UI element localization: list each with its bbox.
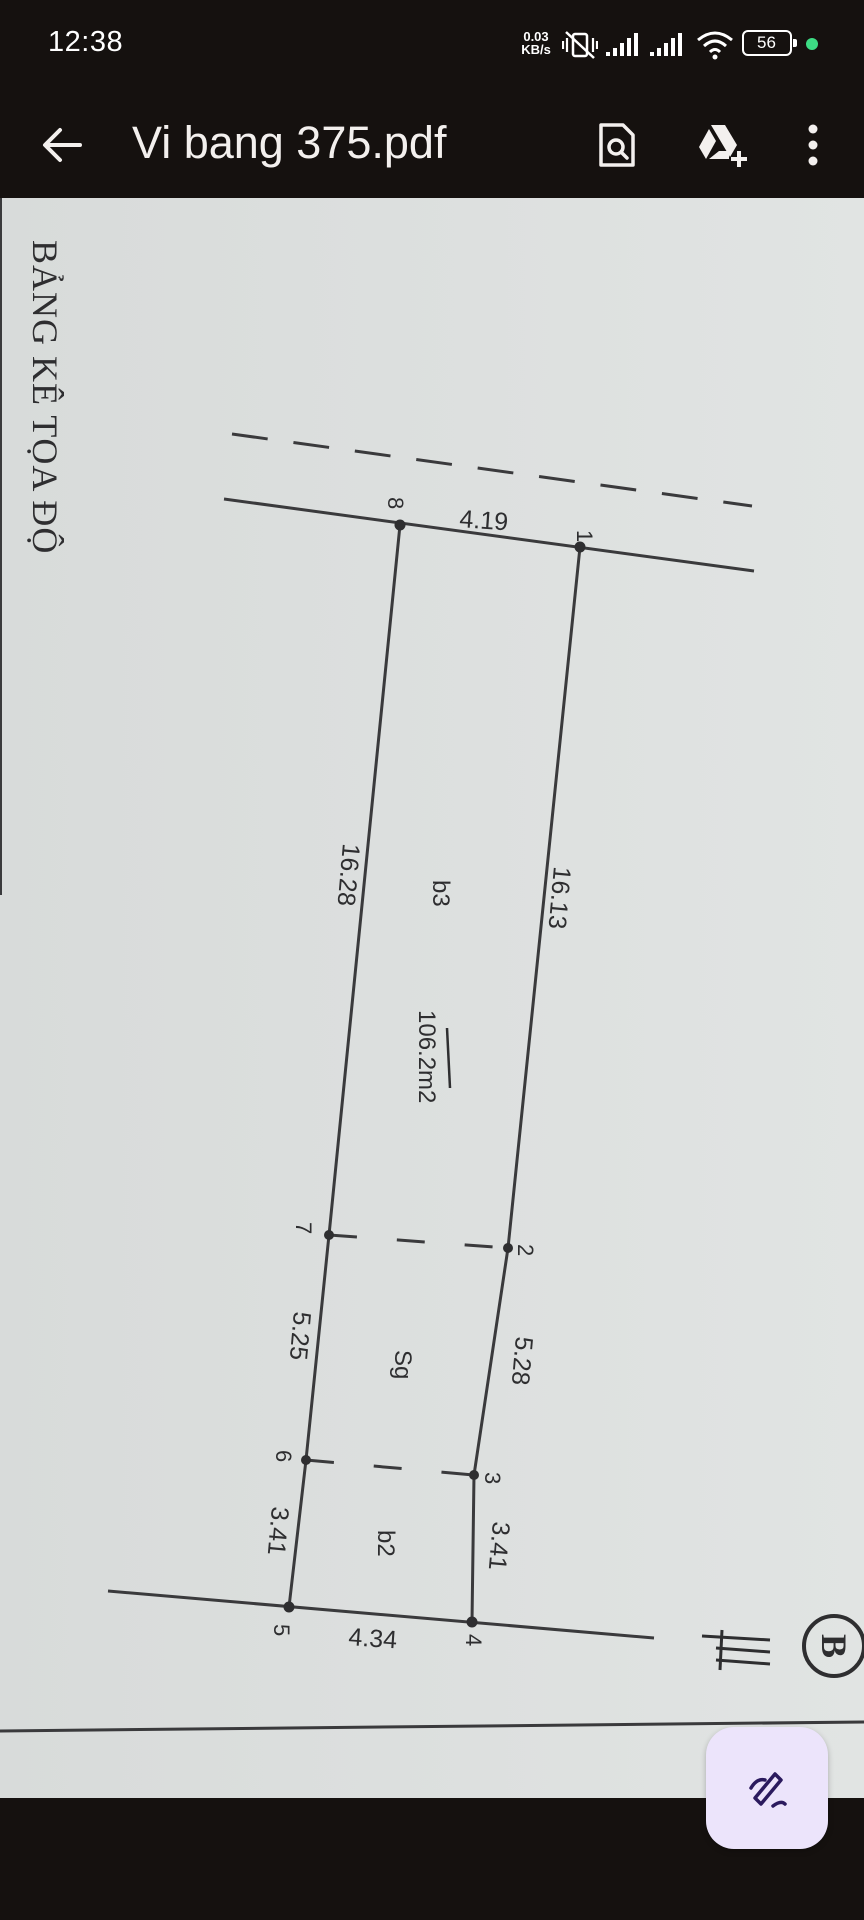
dimension-right-lower: 3.41 — [483, 1520, 515, 1571]
status-time: 12:38 — [48, 26, 124, 58]
vibrate-off-icon — [562, 31, 598, 59]
point-label-4: 4 — [461, 1634, 486, 1646]
document-title: Vi bang 375.pdf — [132, 117, 447, 168]
dimension-left-middle: 5.25 — [284, 1310, 316, 1361]
point-label-7: 7 — [291, 1222, 316, 1234]
more-vert-icon — [808, 124, 818, 166]
point-label-1: 1 — [572, 530, 597, 542]
net-speed: 0.03 KB/s — [516, 30, 556, 56]
zone-label-bottom: b2 — [372, 1530, 399, 1557]
search-document-icon — [599, 123, 635, 167]
signal-icon — [606, 33, 638, 56]
zone-label-main: b3 — [427, 880, 454, 907]
battery-level: 56 — [757, 33, 776, 52]
point-label-5: 5 — [269, 1624, 294, 1636]
back-button[interactable] — [22, 110, 102, 180]
net-speed-unit: KB/s — [521, 42, 551, 57]
add-to-drive-button[interactable] — [688, 110, 758, 180]
dimension-top: 4.19 — [459, 505, 510, 536]
status-bar: 12:38 0.03 KB/s 56 — [0, 0, 864, 88]
dimension-right-middle: 5.28 — [506, 1335, 538, 1386]
edit-fab-button[interactable] — [706, 1727, 828, 1849]
point-label-6: 6 — [271, 1450, 296, 1462]
wifi-icon — [697, 31, 733, 60]
page-heading: BẢNG KÊ TỌA ĐỘ — [25, 240, 65, 554]
point-label-2: 2 — [513, 1244, 538, 1256]
section-mark-letter: B — [814, 1634, 854, 1658]
dimension-left-lower: 3.41 — [262, 1505, 294, 1556]
battery-icon: 56 — [742, 30, 797, 56]
point-label-3: 3 — [480, 1472, 505, 1484]
more-options-button[interactable] — [778, 110, 848, 180]
app-toolbar: Vi bang 375.pdf — [0, 88, 864, 198]
privacy-dot-icon — [806, 38, 818, 50]
zone-label-middle: Sg — [389, 1350, 416, 1379]
status-icons: 0.03 KB/s 56 — [516, 24, 846, 64]
edit-pen-icon — [749, 1772, 787, 1808]
point-label-8: 8 — [383, 497, 408, 509]
back-arrow-icon — [43, 128, 82, 162]
dimension-bottom: 4.34 — [348, 1623, 399, 1654]
dimension-right-upper: 16.13 — [543, 865, 576, 930]
signal-icon — [650, 33, 682, 56]
pdf-page-view[interactable]: BẢNG KÊ TỌA ĐỘ 1 2 3 4 5 6 7 8 4.19 16.1… — [0, 198, 864, 1798]
zone-area: 106.2m2 — [413, 1010, 440, 1103]
dimension-left-upper: 16.28 — [332, 842, 365, 907]
drive-add-icon — [699, 125, 747, 167]
land-plot-drawing: BẢNG KÊ TỌA ĐỘ 1 2 3 4 5 6 7 8 4.19 16.1… — [0, 198, 864, 1798]
search-document-button[interactable] — [582, 110, 652, 180]
